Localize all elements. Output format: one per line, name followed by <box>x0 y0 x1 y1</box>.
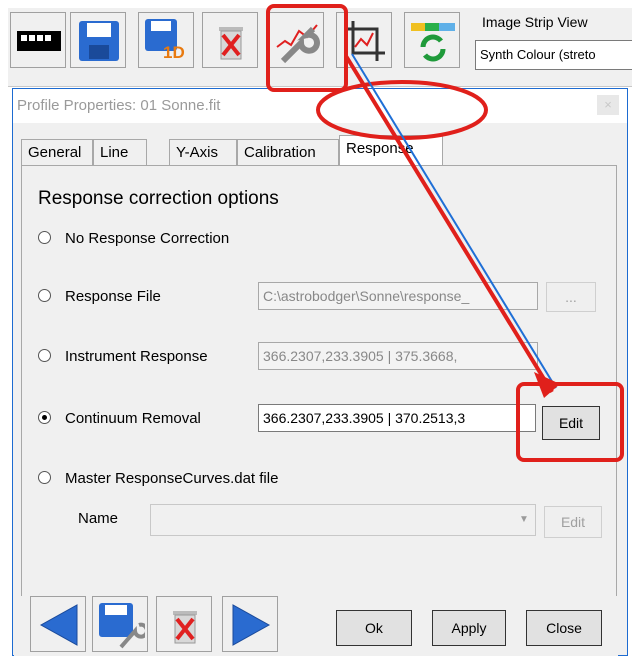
refresh-colour-button[interactable] <box>404 12 460 68</box>
radio-continuum-removal[interactable] <box>38 411 51 424</box>
save-button[interactable] <box>70 12 126 68</box>
option-instrument-response-label: Instrument Response <box>65 348 208 365</box>
save-1d-button[interactable]: 1D <box>138 12 194 68</box>
radio-master-curves[interactable] <box>38 471 51 484</box>
save-profile-button[interactable] <box>92 596 148 652</box>
option-no-response-label: No Response Correction <box>65 230 230 247</box>
arrow-left-icon <box>39 604 78 646</box>
close-icon[interactable]: × <box>597 95 619 115</box>
dialog-title: Profile Properties: 01 Sonne.fit <box>17 97 221 114</box>
crop-button[interactable] <box>336 12 392 68</box>
tab-calibration[interactable]: Calibration <box>237 139 339 165</box>
option-continuum-removal-label: Continuum Removal <box>65 410 201 427</box>
tab-response[interactable]: Response <box>339 135 443 166</box>
delete-button[interactable] <box>202 12 258 68</box>
next-button[interactable] <box>222 596 278 652</box>
image-strip-view-select[interactable]: Synth Colour (streto <box>475 40 632 70</box>
dialog-title-bar: Profile Properties: 01 Sonne.fit × <box>13 89 627 123</box>
image-strip-view-label: Image Strip View <box>482 14 588 30</box>
response-file-path-field[interactable]: C:\astrobodger\Sonne\response_ <box>258 282 538 310</box>
radio-instrument-response[interactable] <box>38 349 51 362</box>
tab-line[interactable]: Line <box>93 139 147 165</box>
browse-button[interactable]: ... <box>546 282 596 312</box>
option-response-file[interactable]: Response File <box>38 288 161 305</box>
strip-view-button[interactable] <box>10 12 66 68</box>
wrench-chart-icon <box>276 24 320 64</box>
arrow-right-icon <box>232 604 271 646</box>
tab-general-label: General <box>28 144 82 161</box>
tab-calibration-label: Calibration <box>244 144 316 161</box>
trash-can-icon <box>173 611 197 644</box>
section-title: Response correction options <box>38 188 279 209</box>
tab-y-axis[interactable]: Y-Axis <box>169 139 237 165</box>
name-label: Name <box>78 510 119 527</box>
tab-line-label: Line <box>100 144 129 161</box>
film-strip-icon <box>17 31 61 51</box>
option-master-curves[interactable]: Master ResponseCurves.dat file <box>38 470 278 487</box>
delete-profile-button[interactable] <box>156 596 212 652</box>
radio-response-file[interactable] <box>38 289 51 302</box>
trash-can-icon <box>219 27 243 60</box>
option-response-file-label: Response File <box>65 288 161 305</box>
close-button[interactable]: Close <box>526 610 602 646</box>
save-1d-badge: 1D <box>163 43 185 62</box>
profile-properties-button[interactable] <box>268 12 324 68</box>
profile-properties-dialog: Profile Properties: 01 Sonne.fit × Gener… <box>12 88 628 656</box>
continuum-removal-field[interactable]: 366.2307,233.3905 | 370.2513,3 <box>258 404 536 432</box>
floppy-wrench-icon <box>99 603 145 649</box>
tab-response-label: Response <box>346 140 414 157</box>
tab-general[interactable]: General <box>21 139 93 165</box>
name-select[interactable]: ▼ <box>150 504 536 536</box>
option-no-response[interactable]: No Response Correction <box>38 230 229 247</box>
continuum-edit-button[interactable]: Edit <box>542 406 600 440</box>
crop-icon <box>345 21 385 61</box>
tab-y-axis-label: Y-Axis <box>176 144 218 161</box>
floppy-disk-icon <box>79 21 119 61</box>
instrument-response-field[interactable]: 366.2307,233.3905 | 375.3668, <box>258 342 538 370</box>
option-instrument-response[interactable]: Instrument Response <box>38 348 208 365</box>
option-continuum-removal[interactable]: Continuum Removal <box>38 410 201 427</box>
ok-button[interactable]: Ok <box>336 610 412 646</box>
radio-no-response[interactable] <box>38 231 51 244</box>
chevron-down-icon[interactable]: ▼ <box>515 507 533 533</box>
refresh-icon <box>411 23 455 62</box>
name-edit-button[interactable]: Edit <box>544 506 602 538</box>
option-master-curves-label: Master ResponseCurves.dat file <box>65 470 279 487</box>
previous-button[interactable] <box>30 596 86 652</box>
apply-button[interactable]: Apply <box>432 610 506 646</box>
